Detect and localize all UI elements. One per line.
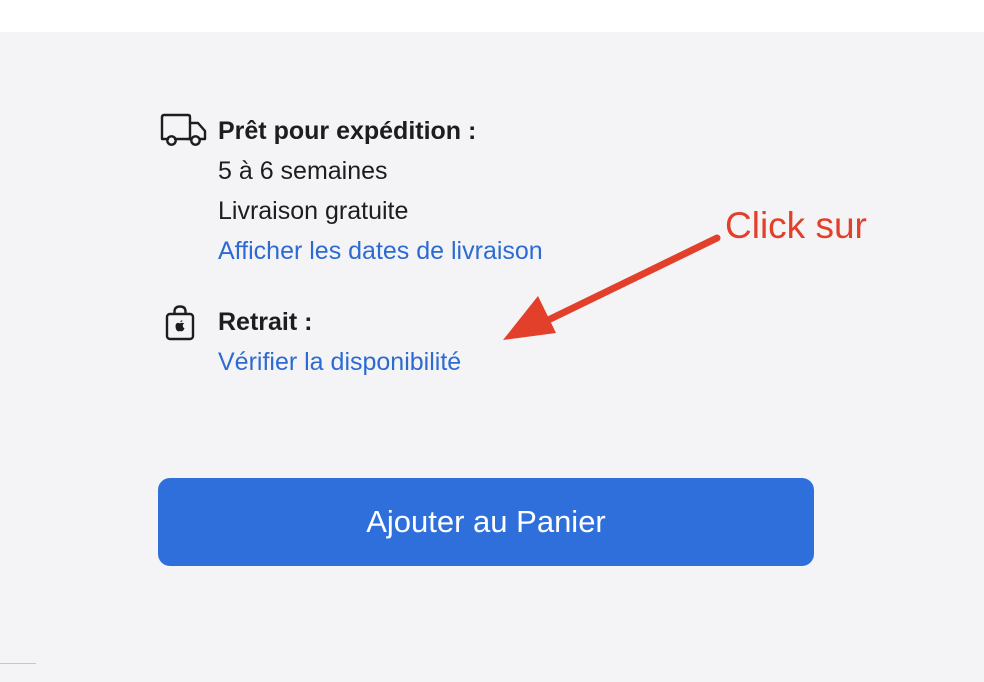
shipping-info: Prêt pour expédition : 5 à 6 semaines Li… [160, 113, 543, 271]
annotation-label: Click sur [725, 205, 867, 246]
pickup-text: Retrait : Vérifier la disponibilité [218, 302, 461, 382]
divider [0, 663, 36, 664]
pickup-heading: Retrait : [218, 308, 313, 336]
truck-icon [160, 113, 218, 149]
apple-bag-icon [160, 305, 218, 341]
delivery-dates-link[interactable]: Afficher les dates de livraison [218, 231, 543, 271]
check-availability-link[interactable]: Vérifier la disponibilité [218, 342, 461, 382]
shipping-delay: 5 à 6 semaines [218, 157, 388, 185]
shipping-cost: Livraison gratuite [218, 197, 409, 225]
shipping-heading: Prêt pour expédition : [218, 117, 477, 145]
shipping-text: Prêt pour expédition : 5 à 6 semaines Li… [218, 111, 543, 271]
add-to-cart-button[interactable]: Ajouter au Panier [158, 478, 814, 566]
pickup-info: Retrait : Vérifier la disponibilité [160, 305, 461, 382]
